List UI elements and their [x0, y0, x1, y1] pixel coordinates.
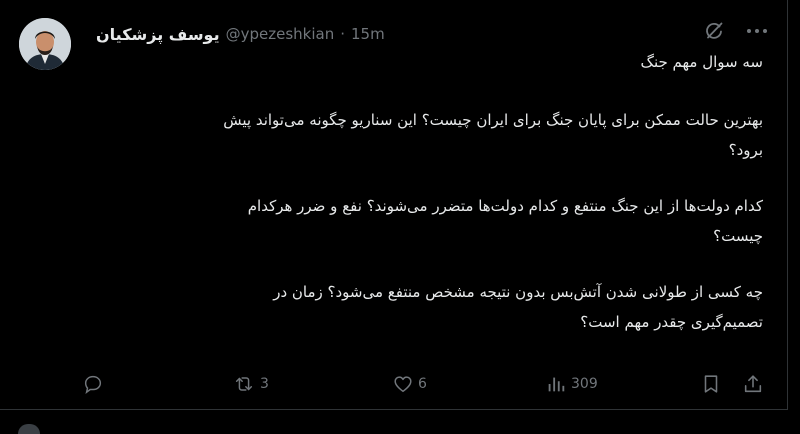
tweet-card[interactable]: یوسف پزشکیان @ypezeshkian · 15m سه سوال …	[0, 0, 788, 410]
tweet-line: برود؟	[728, 141, 763, 159]
bookmark-icon	[704, 375, 718, 393]
retweet-count: 3	[260, 376, 269, 392]
heart-icon	[394, 376, 412, 393]
tweet-line: تصمیم‌گیری چقدر مهم است؟	[580, 313, 763, 331]
avatar-photo	[19, 18, 71, 70]
header-separator: ·	[340, 25, 345, 43]
share-icon	[744, 375, 762, 393]
author-avatar[interactable]	[19, 18, 71, 70]
like-button[interactable]: 6	[392, 371, 427, 397]
tweet-header: یوسف پزشکیان @ypezeshkian · 15m	[96, 22, 385, 46]
more-icon[interactable]	[743, 20, 771, 42]
bookmark-button[interactable]	[700, 371, 722, 397]
author-handle[interactable]: @ypezeshkian	[226, 25, 335, 43]
tweet-line: کدام دولت‌ها از این جنگ منتفع و کدام دول…	[247, 197, 763, 215]
share-button[interactable]	[742, 371, 764, 397]
like-count: 6	[418, 376, 427, 392]
tweet-line: سه سوال مهم جنگ	[640, 53, 763, 71]
next-tweet-avatar	[18, 424, 40, 434]
tweet-text: سه سوال مهم جنگ بهترین حالت ممکن برای پا…	[83, 50, 763, 334]
tweet-line: چه کسی از طولانی شدن آتش‌بس بدون نتیجه م…	[273, 283, 763, 301]
tweet-line: چیست؟	[713, 227, 763, 245]
reply-icon	[84, 375, 102, 395]
views-button[interactable]: 309	[545, 371, 598, 397]
author-display-name[interactable]: یوسف پزشکیان	[96, 25, 220, 44]
retweet-icon	[235, 377, 253, 391]
tweet-actions: 3 6 309	[0, 371, 788, 397]
grok-icon[interactable]	[703, 20, 725, 42]
tweet-timestamp[interactable]: 15m	[351, 25, 385, 43]
views-count: 309	[571, 376, 598, 392]
tweet-line: بهترین حالت ممکن برای پایان جنگ برای ایر…	[223, 111, 763, 129]
reply-button[interactable]	[82, 371, 108, 397]
views-icon	[548, 377, 565, 392]
retweet-button[interactable]: 3	[232, 371, 269, 397]
